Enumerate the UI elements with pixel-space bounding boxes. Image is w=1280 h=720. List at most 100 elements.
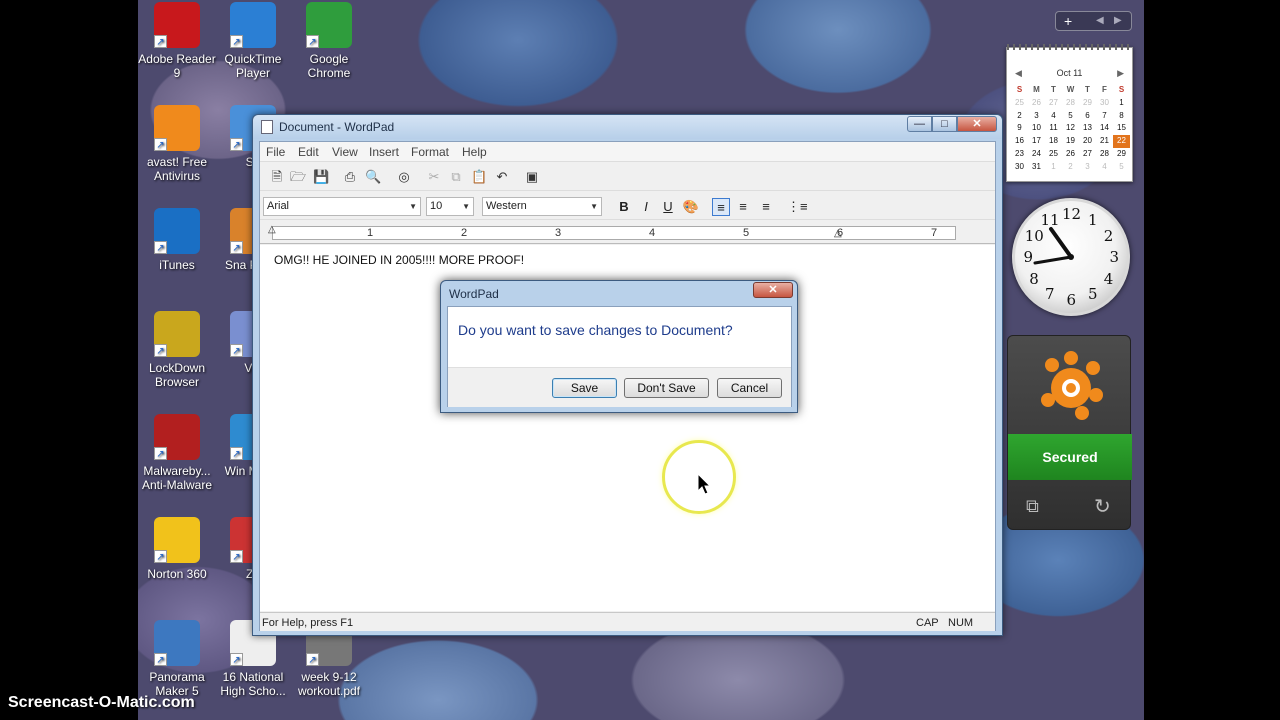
font-name-select[interactable]: Arial ▼ <box>263 197 421 216</box>
calendar-day[interactable]: 1 <box>1045 161 1062 174</box>
add-gadget-icon[interactable]: + <box>1064 13 1072 29</box>
bullets-icon[interactable]: ⋮≡ <box>787 198 808 216</box>
menu-view[interactable]: View <box>332 145 358 159</box>
minimize-button[interactable]: — <box>907 116 932 132</box>
close-button[interactable]: ✕ <box>957 116 997 132</box>
maximize-button[interactable]: □ <box>932 116 957 132</box>
calendar-day[interactable]: 5 <box>1113 161 1130 174</box>
previous-icon[interactable]: ◀ <box>1096 15 1104 26</box>
desktop-icon[interactable]: ↗ Norton 360 <box>135 517 219 581</box>
refresh-icon[interactable]: ↻ <box>1094 494 1111 519</box>
paste-icon[interactable]: 📋 <box>471 169 487 185</box>
calendar-day[interactable]: 11 <box>1045 122 1062 135</box>
calendar-day[interactable]: 7 <box>1096 110 1113 123</box>
calendar-day[interactable]: 9 <box>1011 122 1028 135</box>
calendar-day[interactable]: 10 <box>1028 122 1045 135</box>
desktop-icon[interactable]: ↗ Google Chrome <box>287 2 371 80</box>
desktop-icon[interactable]: ↗ QuickTime Player <box>211 2 295 80</box>
new-icon[interactable]: 🗎 <box>269 169 285 185</box>
insert-object-icon[interactable]: ▣ <box>524 169 540 185</box>
calendar-day[interactable]: 27 <box>1045 97 1062 110</box>
wordpad-app-icon[interactable] <box>261 120 273 134</box>
calendar-day[interactable]: 31 <box>1028 161 1045 174</box>
calendar-day[interactable]: 30 <box>1096 97 1113 110</box>
calendar-day[interactable]: 20 <box>1079 135 1096 148</box>
print-icon[interactable]: ⎙ <box>342 169 358 185</box>
calendar-day[interactable]: 18 <box>1045 135 1062 148</box>
find-icon[interactable]: ◎ <box>396 169 412 185</box>
menu-help[interactable]: Help <box>462 145 487 159</box>
align-left-icon[interactable]: ≡ <box>712 198 730 216</box>
calendar-day[interactable]: 22 <box>1113 135 1130 148</box>
save-icon[interactable]: 💾 <box>313 169 329 185</box>
calendar-day[interactable]: 30 <box>1011 161 1028 174</box>
calendar-day[interactable]: 5 <box>1062 110 1079 123</box>
color-icon[interactable]: 🎨 <box>682 198 700 216</box>
calendar-day[interactable]: 21 <box>1096 135 1113 148</box>
calendar-day[interactable]: 16 <box>1011 135 1028 148</box>
calendar-day[interactable]: 12 <box>1062 122 1079 135</box>
script-select[interactable]: Western ▼ <box>482 197 602 216</box>
bold-button[interactable]: B <box>615 198 633 216</box>
calendar-day[interactable]: 23 <box>1011 148 1028 161</box>
desktop-icon[interactable]: ↗ LockDown Browser <box>135 311 219 389</box>
menu-format[interactable]: Format <box>411 145 449 159</box>
calendar-day[interactable]: 25 <box>1045 148 1062 161</box>
calendar-day[interactable]: 29 <box>1113 148 1130 161</box>
wordpad-titlebar[interactable]: Document - WordPad — □ ✕ <box>253 115 1002 139</box>
calendar-day[interactable]: 2 <box>1011 110 1028 123</box>
dialog-close-button[interactable]: ✕ <box>753 282 793 298</box>
font-size-select[interactable]: 10 ▼ <box>426 197 474 216</box>
open-window-icon[interactable]: ⧉ <box>1026 496 1039 517</box>
dont-save-button[interactable]: Don't Save <box>624 378 709 398</box>
ruler[interactable]: 1 2 3 4 5 6 7 △ △ <box>260 222 995 244</box>
align-center-icon[interactable]: ≡ <box>734 198 752 216</box>
calendar-day[interactable]: 8 <box>1113 110 1130 123</box>
right-indent-marker[interactable]: △ <box>834 228 842 239</box>
calendar-day[interactable]: 28 <box>1096 148 1113 161</box>
calendar-day[interactable]: 29 <box>1079 97 1096 110</box>
calendar-day[interactable]: 26 <box>1062 148 1079 161</box>
open-icon[interactable]: 🗁 <box>290 169 306 185</box>
underline-button[interactable]: U <box>659 198 677 216</box>
calendar-day[interactable]: 25 <box>1011 97 1028 110</box>
desktop-icon[interactable]: ↗ avast! Free Antivirus <box>135 105 219 183</box>
calendar-day[interactable]: 17 <box>1028 135 1045 148</box>
calendar-day[interactable]: 4 <box>1096 161 1113 174</box>
desktop-icon[interactable]: ↗ Malwareby... Anti-Malware <box>135 414 219 492</box>
calendar-day[interactable]: 28 <box>1062 97 1079 110</box>
calendar-day[interactable]: 26 <box>1028 97 1045 110</box>
calendar-day[interactable]: 19 <box>1062 135 1079 148</box>
cut-icon[interactable]: ✂ <box>426 169 442 185</box>
calendar-day[interactable]: 27 <box>1079 148 1096 161</box>
copy-icon[interactable]: ⧉ <box>448 169 464 185</box>
calendar-day[interactable]: 3 <box>1028 110 1045 123</box>
calendar-next-icon[interactable]: ▶ <box>1117 68 1124 79</box>
calendar-day[interactable]: 1 <box>1113 97 1130 110</box>
menu-insert[interactable]: Insert <box>369 145 399 159</box>
menu-edit[interactable]: Edit <box>298 145 319 159</box>
italic-button[interactable]: I <box>637 198 655 216</box>
desktop-icon[interactable]: ↗ Panorama Maker 5 <box>135 620 219 698</box>
desktop-icon[interactable]: ↗ iTunes <box>135 208 219 272</box>
calendar-day[interactable]: 13 <box>1079 122 1096 135</box>
avast-status[interactable]: Secured <box>1008 434 1132 480</box>
undo-icon[interactable]: ↶ <box>494 169 510 185</box>
calendar-day[interactable]: 4 <box>1045 110 1062 123</box>
calendar-day[interactable]: 6 <box>1079 110 1096 123</box>
calendar-day[interactable]: 2 <box>1062 161 1079 174</box>
desktop-icon[interactable]: ↗ Adobe Reader 9 <box>135 2 219 80</box>
print-preview-icon[interactable]: 🔍 <box>365 169 381 185</box>
calendar-day[interactable]: 14 <box>1096 122 1113 135</box>
calendar-day[interactable]: 3 <box>1079 161 1096 174</box>
align-right-icon[interactable]: ≡ <box>757 198 775 216</box>
cancel-button[interactable]: Cancel <box>717 378 782 398</box>
menu-file[interactable]: File <box>266 145 285 159</box>
next-icon[interactable]: ▶ <box>1114 15 1122 26</box>
clock-gadget[interactable]: 12 1 2 3 4 5 6 7 8 9 10 11 <box>1012 198 1130 316</box>
left-indent-marker[interactable]: △ <box>268 224 276 235</box>
calendar-day[interactable]: 15 <box>1113 122 1130 135</box>
save-button[interactable]: Save <box>552 378 617 398</box>
calendar-day[interactable]: 24 <box>1028 148 1045 161</box>
calendar-gadget[interactable]: ◀ Oct 11 ▶ S M T W T F S 25 26 27 28 29 30 1 2 3 4 5 6 7 8 9 1… <box>1006 44 1133 182</box>
